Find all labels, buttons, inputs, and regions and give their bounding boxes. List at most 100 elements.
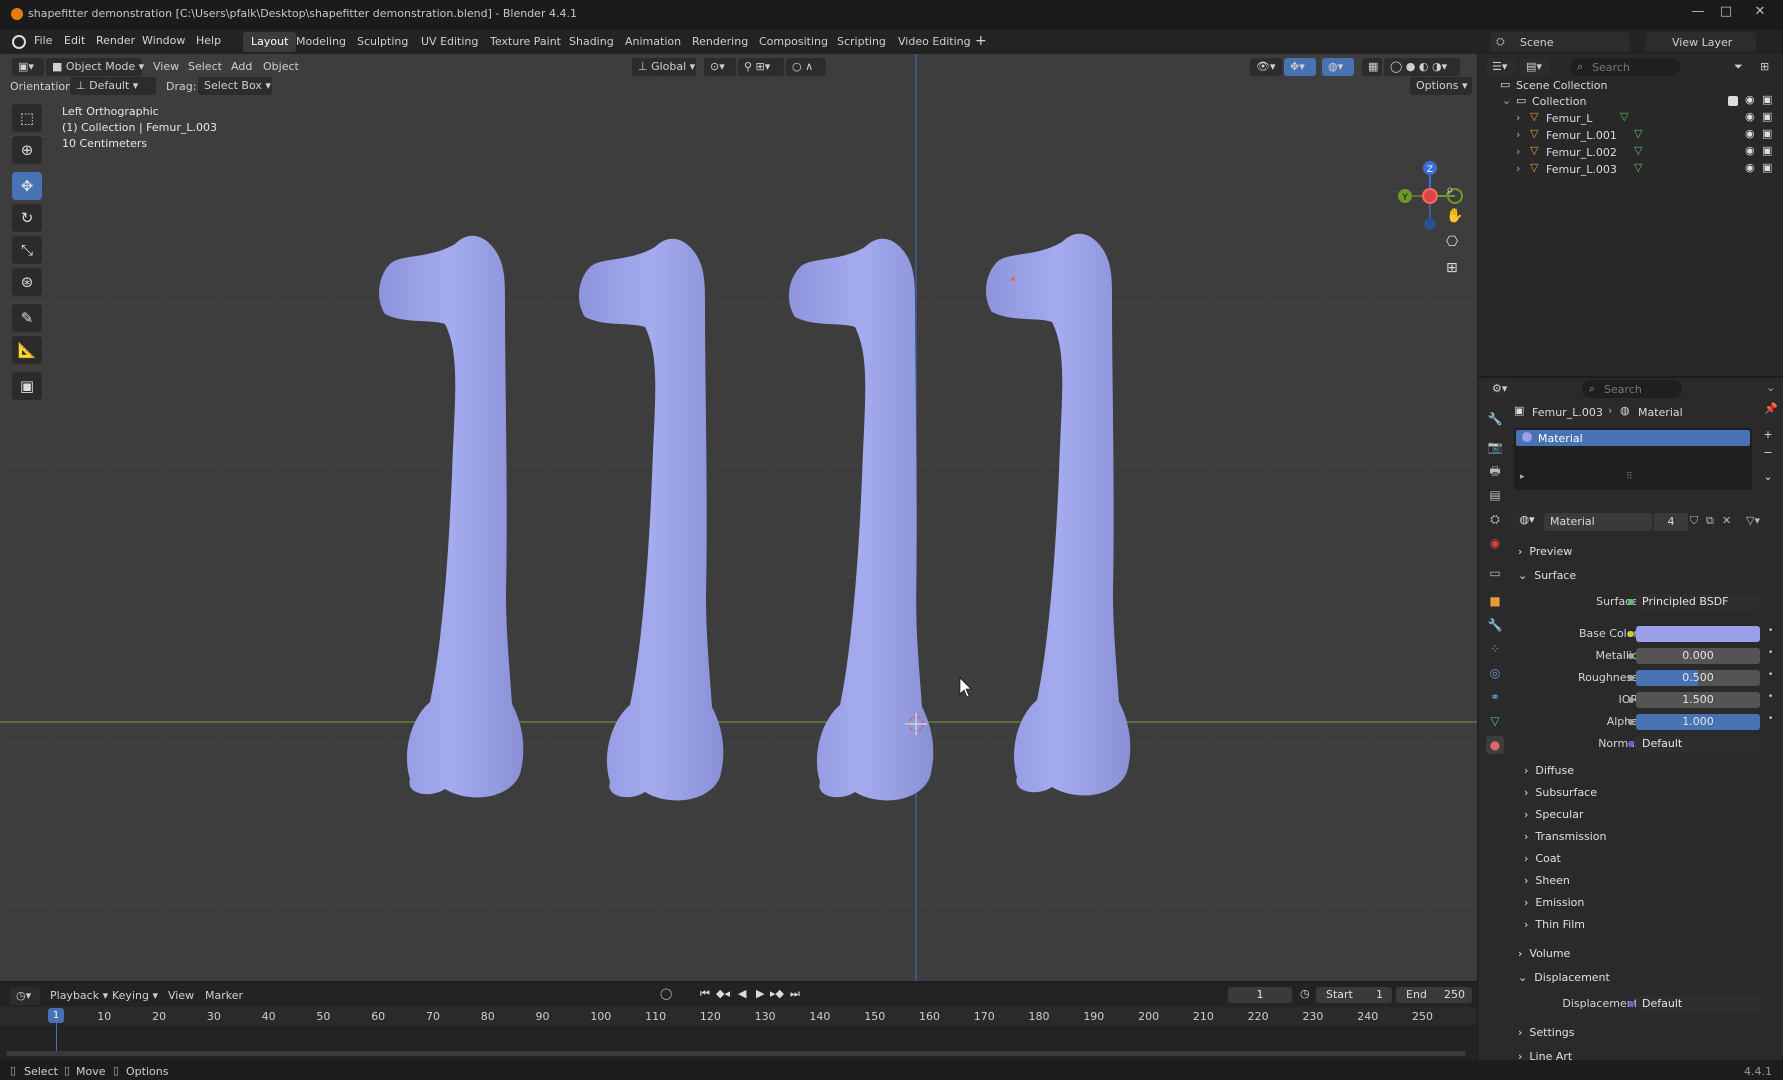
outliner-object-femur-l-001[interactable]: › ▽ Femur_L.001 ▽ ◉ ▣ bbox=[1478, 127, 1783, 144]
exclude-checkbox[interactable] bbox=[1728, 96, 1738, 106]
pin-icon[interactable]: 📌 bbox=[1764, 402, 1778, 415]
annotate-tool-icon[interactable]: ✎ bbox=[12, 304, 42, 332]
material-name-field[interactable]: Material bbox=[1544, 513, 1652, 531]
keyframe-dot-icon[interactable]: • bbox=[1768, 692, 1773, 702]
start-frame-field[interactable]: Start 1 bbox=[1316, 987, 1392, 1003]
particles-tab-icon[interactable]: ⁘ bbox=[1486, 640, 1504, 658]
view-layer-tab-icon[interactable]: ▤ bbox=[1486, 486, 1504, 504]
tab-rendering[interactable]: Rendering bbox=[684, 32, 756, 52]
camera-render-icon[interactable]: ▣ bbox=[1762, 144, 1772, 157]
section-settings[interactable]: › Settings bbox=[1518, 1026, 1575, 1039]
resize-handle-icon[interactable]: ⠿ bbox=[1626, 472, 1633, 482]
tab-animation[interactable]: Animation bbox=[617, 32, 689, 52]
jump-end-icon[interactable]: ⏭ bbox=[790, 987, 800, 1001]
menu-file[interactable]: File bbox=[34, 34, 52, 47]
new-collection-icon[interactable]: ⊞ bbox=[1760, 60, 1769, 73]
editor-type-button[interactable]: ▣▾ bbox=[12, 58, 44, 76]
scale-tool-icon[interactable]: ⤡ bbox=[12, 236, 42, 264]
select-box-tool-icon[interactable]: ⬚ bbox=[12, 104, 42, 132]
chevron-down-icon[interactable]: ⌄ bbox=[1502, 94, 1511, 107]
physics-tab-icon[interactable]: ◎ bbox=[1486, 664, 1504, 682]
camera-render-icon[interactable]: ▣ bbox=[1762, 127, 1772, 140]
rotate-tool-icon[interactable]: ↻ bbox=[12, 204, 42, 232]
overlay-toggle[interactable]: ◍▾ bbox=[1322, 58, 1354, 76]
playhead-marker[interactable]: 1 bbox=[48, 1008, 64, 1023]
section-coat[interactable]: › Coat bbox=[1524, 852, 1561, 865]
normal-field[interactable]: Default bbox=[1636, 736, 1760, 752]
view-layer-selector[interactable]: View Layer bbox=[1646, 32, 1756, 52]
section-emission[interactable]: › Emission bbox=[1524, 896, 1584, 909]
section-surface[interactable]: ⌄ Surface bbox=[1518, 569, 1576, 582]
eye-icon[interactable]: ◉ bbox=[1745, 127, 1755, 140]
base-color-swatch[interactable] bbox=[1636, 626, 1760, 642]
mode-selector[interactable]: ■ Object Mode ▾ bbox=[46, 58, 144, 76]
viewport-menu-view[interactable]: View bbox=[153, 60, 179, 73]
options-button[interactable]: Options ▾ bbox=[1410, 77, 1472, 95]
menu-help[interactable]: Help bbox=[196, 34, 221, 47]
outliner-scene-collection[interactable]: ▭ Scene Collection bbox=[1478, 77, 1783, 94]
constraints-tab-icon[interactable]: ⚭ bbox=[1486, 688, 1504, 706]
ortho-toggle-icon[interactable]: ⊞ bbox=[1446, 260, 1458, 276]
remove-slot-button[interactable]: − bbox=[1760, 446, 1776, 462]
pan-hand-icon[interactable]: ✋ bbox=[1446, 208, 1463, 224]
surface-shader-field[interactable]: Principled BSDF bbox=[1636, 594, 1760, 610]
section-subsurface[interactable]: › Subsurface bbox=[1524, 786, 1597, 799]
keyframe-dot-icon[interactable]: • bbox=[1768, 670, 1773, 680]
prev-keyframe-icon[interactable]: ◆◂ bbox=[716, 987, 730, 1000]
tab-scripting[interactable]: Scripting bbox=[829, 32, 894, 52]
alpha-slider[interactable]: 1.000 bbox=[1636, 714, 1760, 730]
material-tab-icon[interactable]: ● bbox=[1486, 736, 1504, 754]
pivot-point-button[interactable]: ⊙▾ bbox=[704, 58, 736, 76]
scene-selector[interactable]: ⛭ Scene bbox=[1490, 32, 1630, 52]
eye-icon[interactable]: ◉ bbox=[1745, 93, 1755, 106]
tab-sculpting[interactable]: Sculpting bbox=[349, 32, 416, 52]
section-transmission[interactable]: › Transmission bbox=[1524, 830, 1606, 843]
menu-render[interactable]: Render bbox=[96, 34, 135, 47]
timeline-menu-playback[interactable]: Playback ▾ bbox=[50, 989, 108, 1002]
section-displacement[interactable]: ⌄ Displacement bbox=[1518, 971, 1610, 984]
chevron-down-icon[interactable]: ⌄ bbox=[1766, 381, 1775, 394]
viewport-menu-add[interactable]: Add bbox=[231, 60, 252, 73]
3d-viewport[interactable]: ▣▾ ■ Object Mode ▾ View Select Add Objec… bbox=[0, 54, 1477, 981]
outliner-object-femur-l[interactable]: › ▽ Femur_L ▽ ◉ ▣ bbox=[1478, 110, 1783, 127]
snap-button[interactable]: ⚲ ⊞▾ bbox=[738, 58, 784, 76]
keyframe-dot-icon[interactable]: • bbox=[1768, 648, 1773, 658]
jump-start-icon[interactable]: ⏮ bbox=[700, 987, 710, 1001]
outliner-display-mode[interactable]: ▤▾ bbox=[1520, 58, 1550, 76]
drag-select[interactable]: Select Box ▾ bbox=[198, 77, 272, 95]
keyframe-dot-icon[interactable]: • bbox=[1768, 714, 1773, 724]
gizmo-toggle[interactable]: ✥▾ bbox=[1284, 58, 1316, 76]
play-reverse-icon[interactable]: ◀ bbox=[738, 987, 746, 1000]
transform-orientation-select[interactable]: ⊥ Global ▾ bbox=[632, 58, 696, 76]
section-thin-film[interactable]: › Thin Film bbox=[1524, 918, 1585, 931]
section-volume[interactable]: › Volume bbox=[1518, 947, 1570, 960]
outliner-collection[interactable]: ⌄ ▭ Collection ◉ ▣ bbox=[1478, 93, 1783, 110]
world-tab-icon[interactable]: ◉ bbox=[1486, 534, 1504, 552]
expand-triangle-icon[interactable]: ▸ bbox=[1520, 472, 1525, 482]
object-tab-icon[interactable]: ■ bbox=[1486, 592, 1504, 610]
timeline-scrollbar[interactable] bbox=[6, 1051, 1466, 1056]
visibility-button[interactable]: 👁▾ bbox=[1250, 58, 1282, 76]
cursor-tool-icon[interactable]: ⊕ bbox=[12, 136, 42, 164]
metallic-slider[interactable]: 0.000 bbox=[1636, 648, 1760, 664]
shading-modes[interactable]: ◯ ● ◐ ◑▾ bbox=[1384, 58, 1460, 76]
tool-tab-icon[interactable]: 🔧 bbox=[1486, 410, 1504, 428]
slot-specials-button[interactable]: ⌄ bbox=[1760, 470, 1776, 486]
transform-tool-icon[interactable]: ⊛ bbox=[12, 268, 42, 296]
unlink-material-icon[interactable]: ✕ bbox=[1722, 514, 1731, 527]
timeline-menu-marker[interactable]: Marker bbox=[205, 989, 243, 1002]
add-slot-button[interactable]: + bbox=[1760, 428, 1776, 444]
eye-icon[interactable]: ◉ bbox=[1745, 161, 1755, 174]
orientation-select[interactable]: ⊥ Default ▾ bbox=[70, 77, 156, 95]
duplicate-material-icon[interactable]: ⧉ bbox=[1706, 514, 1714, 528]
tab-shading[interactable]: Shading bbox=[561, 32, 622, 52]
close-icon[interactable]: ✕ bbox=[1740, 4, 1780, 24]
next-keyframe-icon[interactable]: ▸◆ bbox=[770, 987, 784, 1000]
section-specular[interactable]: › Specular bbox=[1524, 808, 1583, 821]
outliner-search[interactable]: ⌕ Search bbox=[1570, 58, 1680, 76]
camera-render-icon[interactable]: ▣ bbox=[1762, 93, 1772, 106]
chevron-right-icon[interactable]: › bbox=[1516, 162, 1520, 175]
properties-editor-type[interactable]: ⚙▾ bbox=[1486, 380, 1516, 398]
ior-field[interactable]: 1.500 bbox=[1636, 692, 1760, 708]
keyframe-dot-icon[interactable]: • bbox=[1768, 626, 1773, 636]
